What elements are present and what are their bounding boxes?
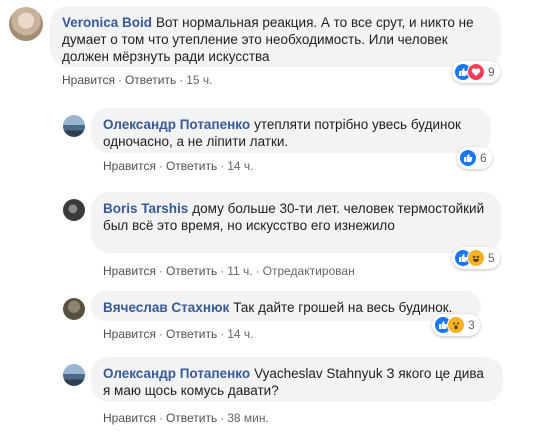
haha-icon <box>467 249 485 267</box>
comment-author[interactable]: Олександр Потапенко <box>103 366 250 381</box>
like-icon <box>459 149 477 167</box>
reaction-count: 3 <box>468 318 475 332</box>
avatar[interactable] <box>63 115 85 137</box>
reaction-badge[interactable]: 3 <box>432 314 480 336</box>
reaction-badge[interactable]: 6 <box>457 147 492 169</box>
comment-bubble: Олександр Потапенко Vyacheslav Stahnyuk З… <box>91 357 503 402</box>
comment-time[interactable]: 38 мин. <box>227 411 269 425</box>
comment-bubble: Олександр Потапенко утепляти потрібно уве… <box>91 108 491 153</box>
like-link[interactable]: Нравится <box>103 411 156 425</box>
comment-time[interactable]: 15 ч. <box>186 73 212 87</box>
like-link[interactable]: Нравится <box>62 73 115 87</box>
like-link[interactable]: Нравится <box>103 264 156 278</box>
reply-link[interactable]: Ответить <box>166 411 217 425</box>
comment-time[interactable]: 11 ч. <box>227 264 252 278</box>
comment-text: Так дайте грошей на весь будинок. <box>233 300 453 315</box>
avatar[interactable] <box>63 298 85 320</box>
love-icon <box>467 63 485 81</box>
reply-link[interactable]: Ответить <box>166 327 217 341</box>
edited-label[interactable]: Отредактирован <box>263 264 355 278</box>
reaction-badge[interactable]: 5 <box>452 247 500 269</box>
reply-link[interactable]: Ответить <box>166 264 217 278</box>
comment-time[interactable]: 14 ч. <box>227 327 253 341</box>
comment-time[interactable]: 14 ч. <box>227 159 253 173</box>
comment-bubble: Veronica Boid Вот нормальная реакция. А т… <box>50 6 501 67</box>
reply-link[interactable]: Ответить <box>125 73 176 87</box>
comment-bubble: Boris Tarshis дому больше 30-ти лет. чело… <box>91 192 501 253</box>
wow-icon <box>447 316 465 334</box>
comment-author[interactable]: Boris Tarshis <box>103 201 188 216</box>
reply-link[interactable]: Ответить <box>166 159 217 173</box>
avatar[interactable] <box>9 7 43 41</box>
comment-actions: Нравится · Ответить · 11 ч. · Отредактирован <box>103 264 355 278</box>
reaction-count: 5 <box>488 251 495 265</box>
like-link[interactable]: Нравится <box>103 159 156 173</box>
comment-actions: Нравится · Ответить · 38 мин. <box>103 411 269 425</box>
like-link[interactable]: Нравится <box>103 327 156 341</box>
avatar[interactable] <box>63 364 85 386</box>
comment-actions: Нравится · Ответить · 14 ч. <box>103 327 254 341</box>
comment-author[interactable]: Вячеслав Стахнюк <box>103 300 229 315</box>
comment-author[interactable]: Veronica Boid <box>62 15 152 30</box>
reaction-badge[interactable]: 9 <box>452 61 500 83</box>
comment-bubble: Вячеслав Стахнюк Так дайте грошей на весь… <box>91 291 481 321</box>
comment-actions: Нравится · Ответить · 14 ч. <box>103 159 254 173</box>
avatar[interactable] <box>63 199 85 221</box>
comment-actions: Нравится · Ответить · 15 ч. <box>62 73 213 87</box>
reaction-count: 6 <box>480 151 487 165</box>
reaction-count: 9 <box>488 65 495 79</box>
comment-author[interactable]: Олександр Потапенко <box>103 117 250 132</box>
